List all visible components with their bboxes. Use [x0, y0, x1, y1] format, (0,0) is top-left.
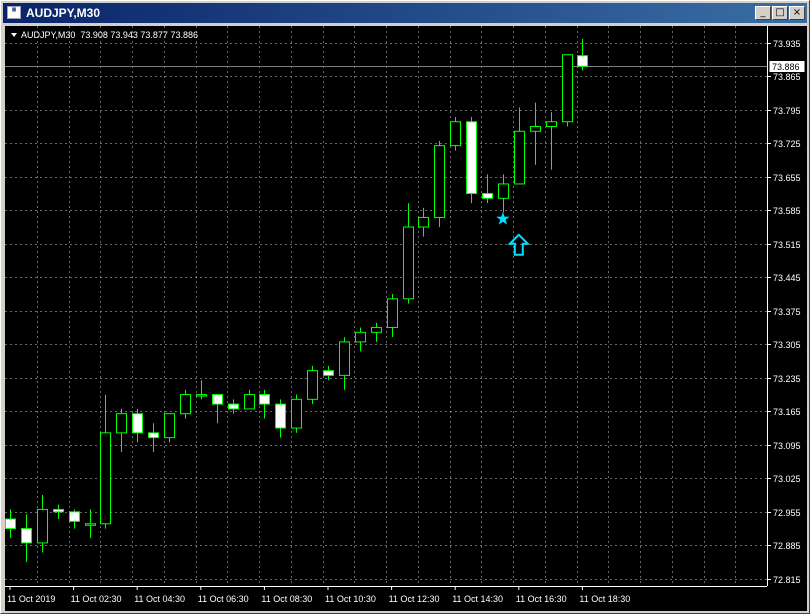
- chart-symbol: AUDJPY,M30: [21, 30, 76, 40]
- y-tick-label: 73.165: [773, 407, 801, 417]
- close-button[interactable]: ×: [789, 6, 805, 20]
- y-tick-label: 73.445: [773, 273, 801, 283]
- bull-candle: [530, 126, 541, 132]
- bull-candle: [562, 54, 573, 123]
- bear-candle: [69, 511, 80, 522]
- chart-canvas[interactable]: 73.935 73.865 73.795 73.725 73.655 73.585 73.5…: [5, 26, 807, 611]
- chart-header: AUDJPY,M30 73.908 73.943 73.877 73.886: [11, 30, 198, 40]
- chart-window-icon[interactable]: ▦: [7, 6, 21, 19]
- y-tick-label: 73.725: [773, 139, 801, 149]
- bear-candle: [259, 394, 270, 405]
- y-tick-label: 73.865: [773, 72, 801, 82]
- y-tick-label: 72.885: [773, 541, 801, 551]
- title-bar[interactable]: ▦ AUDJPY,M30 _ □ ×: [3, 3, 807, 23]
- bull-candle: [434, 145, 445, 218]
- bull-candle: [244, 394, 255, 410]
- bear-candle: [577, 55, 588, 67]
- x-tick-label: 11 Oct 10:30: [325, 594, 376, 604]
- bear-candle: [482, 193, 493, 199]
- star-signal-icon: [496, 211, 510, 225]
- y-tick-label: 73.025: [773, 474, 801, 484]
- bull-candle: [371, 327, 382, 333]
- y-tick-label: 73.935: [773, 39, 801, 49]
- x-tick-label: 11 Oct 14:30: [452, 594, 503, 604]
- bear-candle: [21, 528, 32, 544]
- chart-window: ▦ AUDJPY,M30 _ □ × 73.935 73.865 73.795 73.…: [0, 0, 810, 614]
- bear-candle: [132, 413, 143, 434]
- bull-candle: [355, 331, 366, 343]
- bull-candle: [307, 370, 318, 400]
- y-tick-label: 73.795: [773, 106, 801, 116]
- x-tick-label: 11 Oct 06:30: [198, 594, 249, 604]
- y-tick-label: 73.585: [773, 206, 801, 216]
- bull-candle: [180, 394, 191, 415]
- y-tick-label: 72.815: [773, 575, 801, 585]
- x-tick-label: 11 Oct 18:30: [579, 594, 630, 604]
- x-tick-label: 11 Oct 04:30: [134, 594, 185, 604]
- bear-candle: [228, 403, 239, 410]
- bear-candle: [466, 121, 477, 195]
- x-tick-label: 11 Oct 2019: [7, 594, 55, 604]
- y-tick-label: 73.235: [773, 374, 801, 384]
- current-price-label: 73.886: [772, 62, 800, 72]
- bear-candle: [323, 370, 334, 376]
- x-tick-label: 11 Oct 02:30: [71, 594, 122, 604]
- bull-candle: [514, 130, 525, 185]
- bull-candle: [498, 183, 509, 199]
- x-tick-label: 11 Oct 12:30: [389, 594, 440, 604]
- bull-candle: [164, 413, 175, 439]
- bear-candle: [53, 508, 64, 513]
- bear-candle: [148, 432, 159, 439]
- x-tick-label: 11 Oct 16:30: [516, 594, 567, 604]
- y-tick-label: 73.655: [773, 173, 801, 183]
- bull-candle: [387, 298, 398, 329]
- y-tick-label: 73.095: [773, 441, 801, 451]
- y-tick-label: 73.305: [773, 340, 801, 350]
- bull-candle: [291, 398, 302, 429]
- price-chart[interactable]: 73.935 73.865 73.795 73.725 73.655 73.585 73.5…: [5, 26, 807, 611]
- bull-candle: [418, 216, 429, 228]
- bull-candle: [196, 394, 207, 397]
- bear-candle: [5, 518, 16, 530]
- y-tick-label: 73.515: [773, 240, 801, 250]
- chart-ohlc-values: 73.908 73.943 73.877 73.886: [80, 30, 198, 40]
- restore-button[interactable]: □: [772, 6, 788, 20]
- up-arrow-signal-icon: [507, 233, 531, 256]
- window-title: AUDJPY,M30: [26, 6, 101, 20]
- bull-candle: [37, 508, 48, 544]
- y-tick-label: 72.955: [773, 508, 801, 518]
- bear-candle: [275, 403, 286, 429]
- bear-candle: [212, 394, 223, 405]
- bull-candle: [100, 432, 111, 525]
- minimize-button[interactable]: _: [755, 6, 771, 20]
- bull-candle: [85, 523, 96, 526]
- x-tick-label: 11 Oct 08:30: [261, 594, 312, 604]
- bull-candle: [116, 413, 127, 434]
- bull-candle: [450, 121, 461, 147]
- dropdown-triangle-icon[interactable]: [11, 33, 17, 37]
- bull-candle: [546, 121, 557, 128]
- y-tick-label: 73.375: [773, 307, 801, 317]
- bull-candle: [339, 341, 350, 376]
- bull-candle: [403, 226, 414, 300]
